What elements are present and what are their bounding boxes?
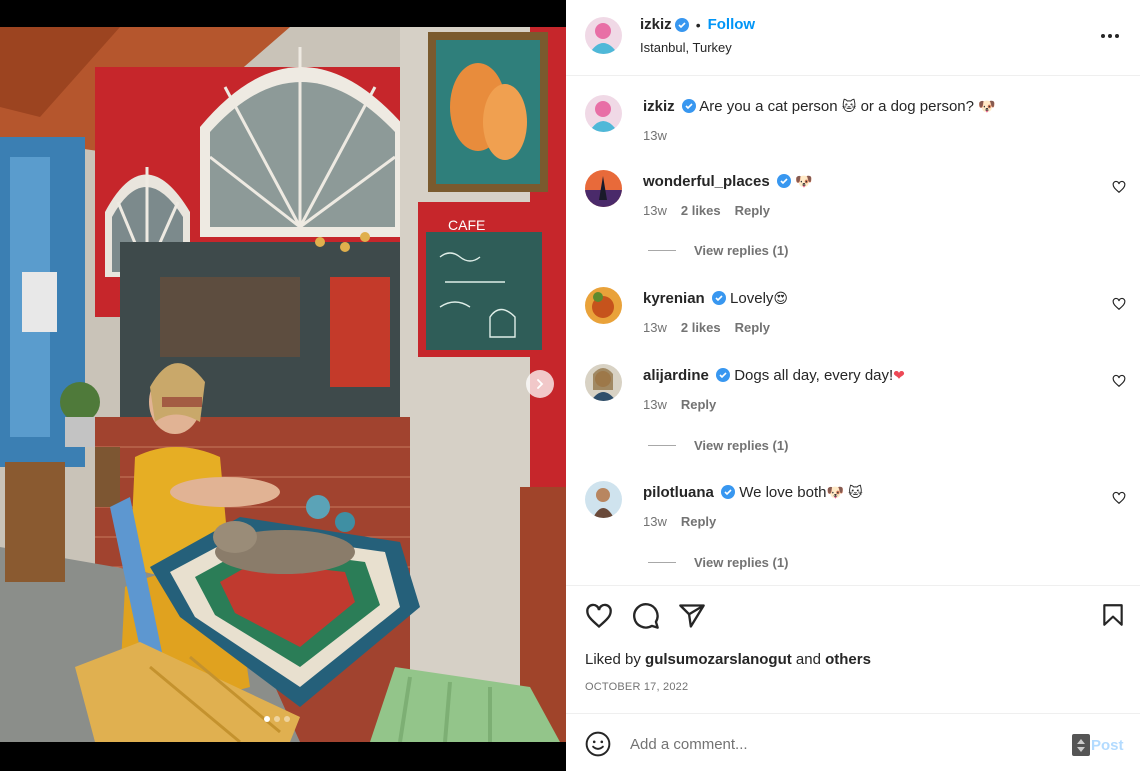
dog-emoji: 🐶 <box>795 174 813 190</box>
comment-age[interactable]: 13w <box>643 397 667 412</box>
carousel-dot <box>284 716 290 722</box>
comment-username[interactable]: alijardine <box>643 367 709 384</box>
post-comment-button[interactable]: Post <box>1072 734 1124 756</box>
author-username[interactable]: izkiz <box>640 16 672 33</box>
heart-icon[interactable] <box>1112 491 1126 505</box>
comment-age[interactable]: 13w <box>643 203 667 218</box>
comment-age[interactable]: 13w <box>643 128 667 143</box>
reply-button[interactable]: Reply <box>681 514 716 529</box>
avatar[interactable] <box>585 481 622 518</box>
post-header: izkiz • Follow Istanbul, Turkey <box>566 0 1140 76</box>
liked-others-link[interactable]: others <box>825 651 871 668</box>
cat-emoji: 🐱 <box>841 99 857 115</box>
more-options-icon[interactable] <box>1100 26 1120 46</box>
dog-emoji: 🐶 <box>978 99 996 115</box>
caption: izkiz Are you a cat person 🐱 or a dog pe… <box>566 95 1140 155</box>
post-location[interactable]: Istanbul, Turkey <box>640 40 732 55</box>
heart-icon[interactable] <box>585 602 613 630</box>
carousel-next-button[interactable] <box>526 370 554 398</box>
cat-emoji: 🐱 <box>848 485 863 501</box>
heart-icon[interactable] <box>1112 374 1126 388</box>
view-replies-label: View replies (1) <box>694 243 789 258</box>
replies-divider <box>648 250 676 251</box>
reply-button[interactable]: Reply <box>735 320 770 335</box>
comment: kyrenian Lovely😍 13w 2 likes Reply <box>566 287 1140 347</box>
view-replies-button[interactable]: View replies (1) <box>648 555 788 570</box>
view-replies-button[interactable]: View replies (1) <box>648 243 788 258</box>
post-photo[interactable]: CAFE <box>0 27 566 742</box>
liked-and: and <box>795 651 821 668</box>
liked-prefix: Liked by <box>585 651 641 668</box>
liked-by-user-link[interactable]: gulsumozarslanogut <box>645 651 792 668</box>
reply-button[interactable]: Reply <box>681 397 716 412</box>
cafe-scene-image: CAFE <box>0 27 566 742</box>
comment-likes[interactable]: 2 likes <box>681 320 721 335</box>
comment: wonderful_places 🐶 13w 2 likes Reply Vie… <box>566 170 1140 270</box>
verified-badge-icon <box>711 291 726 305</box>
bookmark-icon[interactable] <box>1100 602 1126 628</box>
avatar[interactable] <box>585 287 622 324</box>
verified-badge-icon <box>681 99 696 113</box>
emoji-smile-icon[interactable] <box>585 731 611 757</box>
verified-badge-icon <box>776 174 791 188</box>
add-comment-bar: Post <box>566 713 1140 771</box>
comment-text: We love both <box>739 484 827 501</box>
comment: alijardine Dogs all day, every day!❤ 13w… <box>566 364 1140 464</box>
carousel-indicator <box>264 716 290 722</box>
comments-list: izkiz Are you a cat person 🐱 or a dog pe… <box>566 77 1140 585</box>
comment-username[interactable]: kyrenian <box>643 290 705 307</box>
verified-badge-icon <box>716 368 731 382</box>
replies-divider <box>648 445 676 446</box>
post-button-label: Post <box>1091 736 1124 754</box>
follow-button[interactable]: Follow <box>708 16 756 33</box>
comment-age[interactable]: 13w <box>643 320 667 335</box>
comment-text: Are you a cat person <box>699 98 838 115</box>
share-icon[interactable] <box>678 602 706 630</box>
author-avatar[interactable] <box>585 17 622 54</box>
dog-emoji: 🐶 <box>826 485 844 501</box>
post-actions: Liked by gulsumozarslanogut and others O… <box>566 585 1140 713</box>
heart-icon[interactable] <box>1112 297 1126 311</box>
resize-handle-icon <box>1072 734 1090 756</box>
avatar[interactable] <box>585 170 622 207</box>
liked-by-text: Liked by gulsumozarslanogut and others <box>585 651 871 668</box>
comment-text: Dogs all day, every day! <box>734 367 894 384</box>
comment-age[interactable]: 13w <box>643 514 667 529</box>
comment-text: Lovely <box>730 290 774 307</box>
avatar[interactable] <box>585 95 622 132</box>
verified-badge-icon <box>674 17 689 32</box>
comment-username[interactable]: pilotluana <box>643 484 714 501</box>
comment-icon[interactable] <box>632 602 660 630</box>
red-heart-emoji: ❤ <box>893 368 905 384</box>
comment-text-2: or a dog person? <box>860 98 974 115</box>
header-separator: • <box>695 16 701 33</box>
carousel-dot-active <box>264 716 270 722</box>
comment-username[interactable]: wonderful_places <box>643 173 770 190</box>
verified-badge-icon <box>721 485 736 499</box>
post-detail-panel: izkiz • Follow Istanbul, Turkey izkiz Ar… <box>566 0 1140 771</box>
comment: pilotluana We love both🐶 🐱 13w Reply Vie… <box>566 481 1140 581</box>
heart-icon[interactable] <box>1112 180 1126 194</box>
svg-text:CAFE: CAFE <box>448 217 485 233</box>
heart-eyes-emoji: 😍 <box>773 291 789 307</box>
comment-input[interactable] <box>630 733 1050 755</box>
carousel-dot <box>274 716 280 722</box>
view-replies-button[interactable]: View replies (1) <box>648 438 788 453</box>
chevron-right-icon <box>537 379 544 389</box>
post-media: CAFE <box>0 0 566 771</box>
comment-likes[interactable]: 2 likes <box>681 203 721 218</box>
view-replies-label: View replies (1) <box>694 555 789 570</box>
replies-divider <box>648 562 676 563</box>
avatar[interactable] <box>585 364 622 401</box>
post-date[interactable]: OCTOBER 17, 2022 <box>585 681 688 693</box>
comment-username[interactable]: izkiz <box>643 98 675 115</box>
reply-button[interactable]: Reply <box>735 203 770 218</box>
view-replies-label: View replies (1) <box>694 438 789 453</box>
